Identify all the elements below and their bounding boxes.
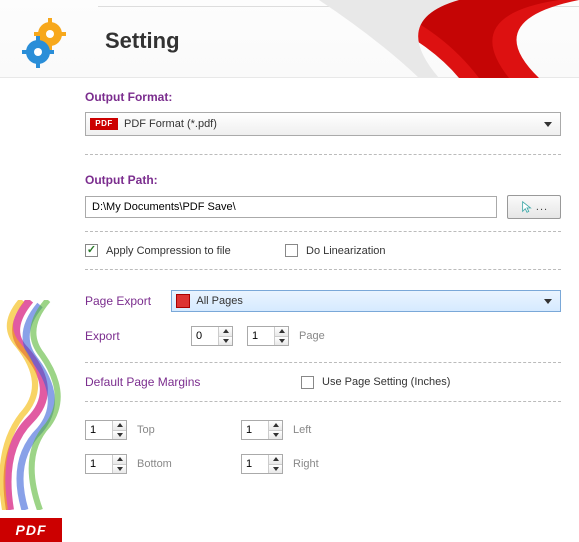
export-to-input[interactable] <box>248 327 274 345</box>
page-unit-label: Page <box>299 330 325 342</box>
output-path-input[interactable] <box>85 196 497 218</box>
spin-up[interactable] <box>113 455 126 465</box>
pdf-icon <box>176 294 190 308</box>
spin-up[interactable] <box>269 455 282 465</box>
margin-top-spinner[interactable] <box>85 420 127 440</box>
spin-up[interactable] <box>219 327 232 337</box>
margin-left-spinner[interactable] <box>241 420 283 440</box>
divider <box>85 154 561 155</box>
pdf-badge-icon: PDF <box>90 118 118 130</box>
spin-down[interactable] <box>269 465 282 474</box>
page-export-value: All Pages <box>190 295 544 307</box>
divider <box>85 269 561 270</box>
divider <box>85 231 561 232</box>
margin-bottom-label: Bottom <box>127 458 227 470</box>
use-page-setting-checkbox[interactable] <box>301 376 314 389</box>
pdf-footer-tag: PDF <box>0 518 62 542</box>
apply-compression-label: Apply Compression to file <box>106 245 231 257</box>
smoke-decor <box>0 300 70 510</box>
do-linearization-label: Do Linearization <box>306 245 386 257</box>
spin-up[interactable] <box>269 421 282 431</box>
export-to-spinner[interactable] <box>247 326 289 346</box>
divider <box>85 401 561 402</box>
margin-top-input[interactable] <box>86 421 112 439</box>
apply-compression-checkbox[interactable] <box>85 244 98 257</box>
spin-down[interactable] <box>275 337 288 346</box>
margin-right-spinner[interactable] <box>241 454 283 474</box>
margin-right-label: Right <box>283 458 319 470</box>
spin-down[interactable] <box>113 431 126 440</box>
output-format-label: Output Format: <box>85 90 561 104</box>
page-export-label: Page Export <box>85 294 171 308</box>
do-linearization-checkbox[interactable] <box>285 244 298 257</box>
gear-icon <box>20 14 76 70</box>
page-title: Setting <box>105 28 180 54</box>
spin-down[interactable] <box>113 465 126 474</box>
divider <box>85 362 561 363</box>
spin-down[interactable] <box>219 337 232 346</box>
margins-label: Default Page Margins <box>85 375 301 389</box>
cursor-icon <box>520 200 534 214</box>
content-area: Output Format: PDF PDF Format (*.pdf) Ou… <box>85 90 561 474</box>
browse-button[interactable]: ... <box>507 195 561 219</box>
margin-right-input[interactable] <box>242 455 268 473</box>
export-range-label: Export <box>85 329 191 343</box>
margin-left-label: Left <box>283 424 311 436</box>
output-path-label: Output Path: <box>85 173 561 187</box>
header: Setting <box>0 0 579 78</box>
margin-bottom-input[interactable] <box>86 455 112 473</box>
chevron-down-icon <box>544 299 552 304</box>
margin-bottom-spinner[interactable] <box>85 454 127 474</box>
spin-up[interactable] <box>113 421 126 431</box>
margin-left-input[interactable] <box>242 421 268 439</box>
output-format-dropdown[interactable]: PDF PDF Format (*.pdf) <box>85 112 561 136</box>
export-from-spinner[interactable] <box>191 326 233 346</box>
margin-top-label: Top <box>127 424 227 436</box>
chevron-down-icon <box>544 122 552 127</box>
use-page-setting-label: Use Page Setting (Inches) <box>322 376 450 388</box>
spin-up[interactable] <box>275 327 288 337</box>
ribbon-decor <box>279 0 579 78</box>
page-export-dropdown[interactable]: All Pages <box>171 290 561 312</box>
spin-down[interactable] <box>269 431 282 440</box>
export-from-input[interactable] <box>192 327 218 345</box>
output-format-value: PDF Format (*.pdf) <box>118 118 544 130</box>
